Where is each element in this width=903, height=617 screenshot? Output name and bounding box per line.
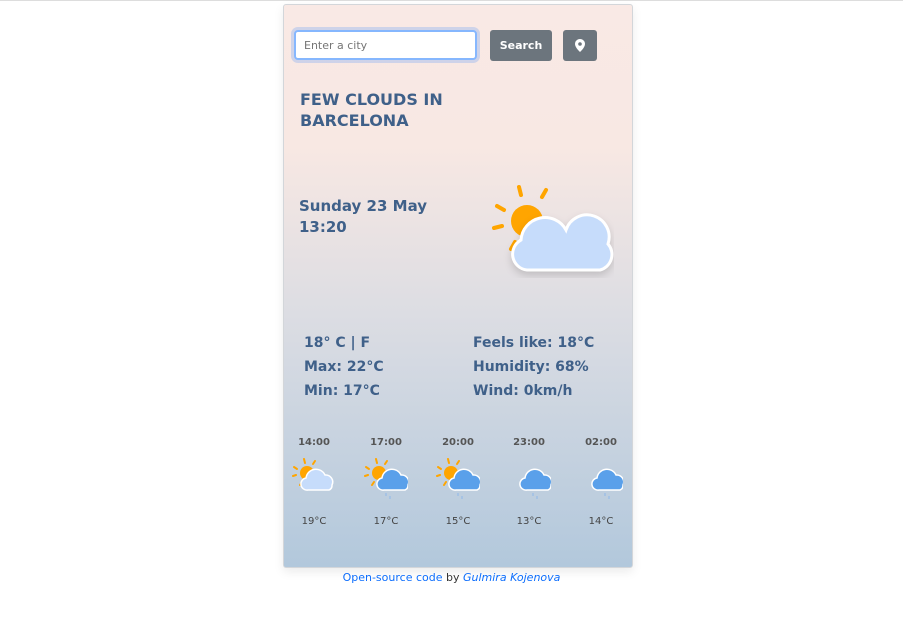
forecast-time: 20:00 xyxy=(428,437,488,448)
max-temperature: Max: 22°C xyxy=(304,355,384,379)
humidity: Humidity: 68% xyxy=(473,355,594,379)
forecast-item: 14:00 19°C xyxy=(284,437,344,527)
forecast-temperature: 15°C xyxy=(428,516,488,527)
min-temperature: Min: 17°C xyxy=(304,379,384,403)
forecast-item: 20:00 15°C xyxy=(428,437,488,527)
footer-by: by xyxy=(442,571,463,584)
author-link[interactable]: Gulmira Kojenova xyxy=(463,571,560,584)
map-pin-icon xyxy=(575,39,585,52)
current-location-button[interactable] xyxy=(563,30,597,61)
current-date: Sunday 23 May xyxy=(299,196,427,217)
sun-cloud-rain-icon xyxy=(364,458,408,500)
footer: Open-source code by Gulmira Kojenova xyxy=(0,571,903,584)
cloud-rain-icon xyxy=(579,458,623,500)
forecast-temperature: 13°C xyxy=(499,516,559,527)
cloud-rain-icon xyxy=(507,458,551,500)
wind: Wind: 0km/h xyxy=(473,379,594,403)
condition-stats: Feels like: 18°C Humidity: 68% Wind: 0km… xyxy=(473,331,594,403)
current-temperature[interactable]: 18° C | F xyxy=(304,331,384,355)
forecast-temperature: 14°C xyxy=(571,516,631,527)
few-clouds-icon xyxy=(489,183,614,278)
sun-cloud-rain-icon xyxy=(436,458,480,500)
search-button[interactable]: Search xyxy=(490,30,552,61)
forecast-time: 23:00 xyxy=(499,437,559,448)
forecast-time: 14:00 xyxy=(284,437,344,448)
forecast-item: 23:00 13°C xyxy=(499,437,559,527)
temperature-stats: 18° C | F Max: 22°C Min: 17°C xyxy=(304,331,384,403)
current-time: 13:20 xyxy=(299,217,427,238)
weather-card: Search FEW CLOUDS IN BARCELONA Sunday 23… xyxy=(283,4,633,568)
forecast-time: 02:00 xyxy=(571,437,631,448)
forecast-temperature: 17°C xyxy=(356,516,416,527)
weather-description: FEW CLOUDS IN BARCELONA xyxy=(300,89,480,131)
feels-like: Feels like: 18°C xyxy=(473,331,594,355)
forecast-item: 02:00 14°C xyxy=(571,437,631,527)
forecast-time: 17:00 xyxy=(356,437,416,448)
source-code-link[interactable]: Open-source code xyxy=(343,571,443,584)
forecast-temperature: 19°C xyxy=(284,516,344,527)
date-time: Sunday 23 May13:20 xyxy=(299,196,427,238)
city-search-input[interactable] xyxy=(294,30,477,60)
forecast-item: 17:00 17°C xyxy=(356,437,416,527)
sun-cloud-icon xyxy=(292,458,336,500)
